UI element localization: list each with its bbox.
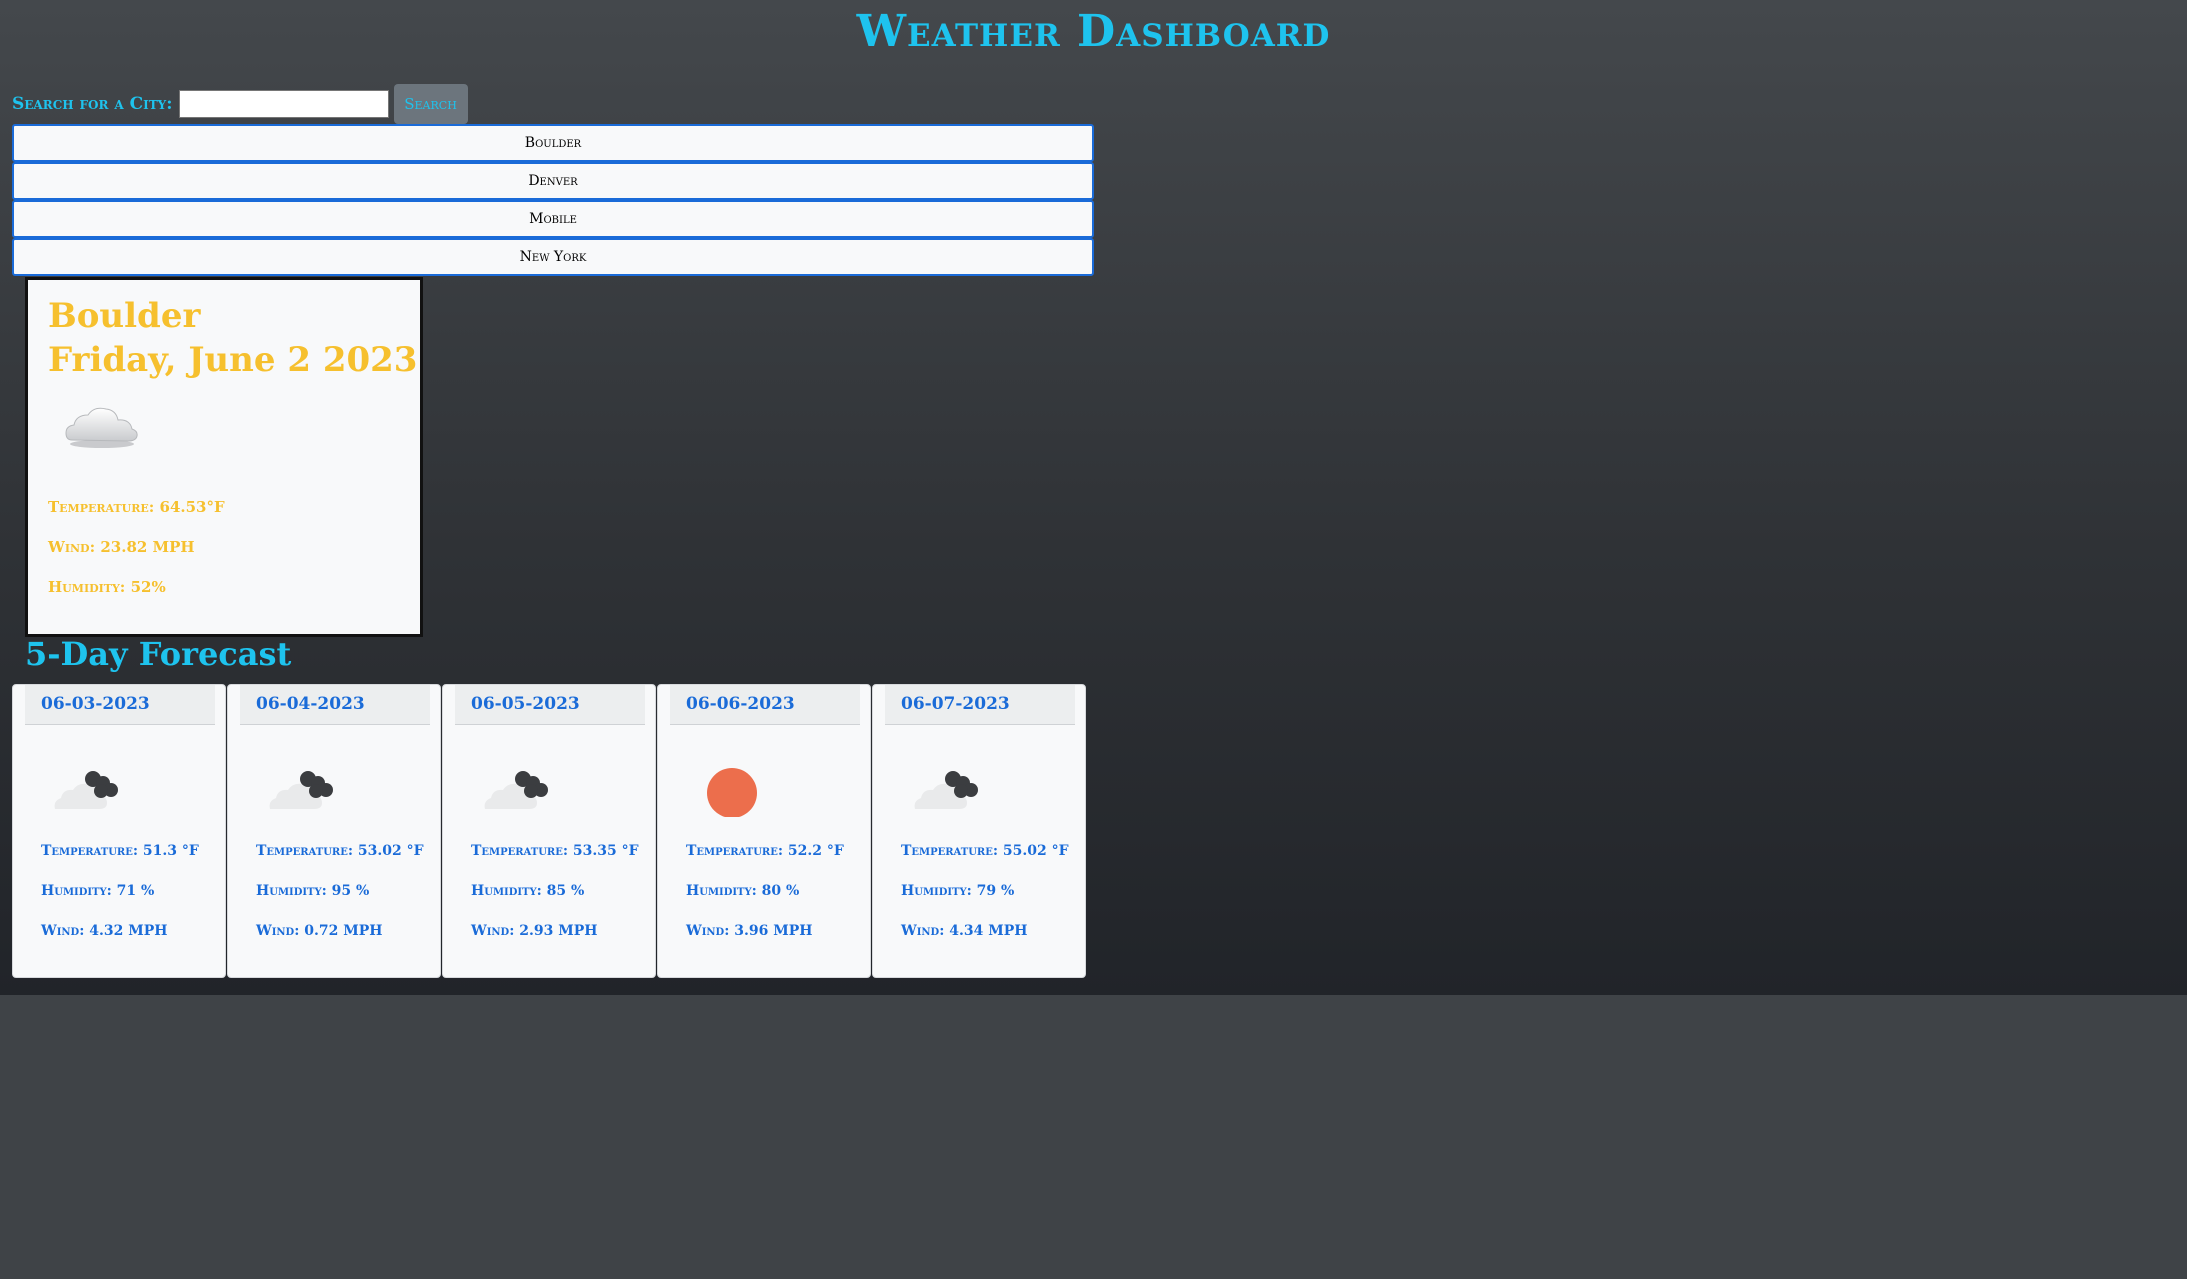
search-history: Boulder Denver Mobile New York — [12, 124, 1094, 276]
current-temperature: Temperature: 64.53°F — [48, 498, 225, 516]
forecast-humidity: Humidity: 79 % — [901, 883, 1015, 899]
forecast-date: 06-07-2023 — [901, 694, 1010, 714]
search-input[interactable] — [178, 90, 389, 118]
forecast-humidity: Humidity: 85 % — [471, 883, 585, 899]
forecast-card: 06-03-2023 Temperature: 51.3 °F Humidity… — [12, 684, 226, 978]
forecast-card-header: 06-05-2023 — [455, 685, 645, 725]
forecast-card: 06-05-2023 Temperature: 53.35 °F Humidit… — [442, 684, 656, 978]
forecast-temperature: Temperature: 52.2 °F — [686, 843, 844, 859]
forecast-humidity: Humidity: 95 % — [256, 883, 370, 899]
forecast-wind: Wind: 4.32 MPH — [41, 923, 168, 939]
forecast-wind: Wind: 3.96 MPH — [686, 923, 813, 939]
cloudy-night-icon — [54, 771, 118, 809]
current-wind: Wind: 23.82 MPH — [48, 538, 195, 556]
forecast-card-header: 06-07-2023 — [885, 685, 1075, 725]
history-button-denver[interactable]: Denver — [12, 162, 1094, 200]
current-weather-card: Boulder Friday, June 2 2023 Temperature:… — [25, 277, 423, 637]
forecast-card-header: 06-03-2023 — [25, 685, 215, 725]
current-date: Friday, June 2 2023 — [48, 340, 418, 380]
forecast-temperature: Temperature: 55.02 °F — [901, 843, 1069, 859]
forecast-humidity: Humidity: 71 % — [41, 883, 155, 899]
search-label: Search for a City: — [12, 94, 173, 114]
forecast-card: 06-04-2023 Temperature: 53.02 °F Humidit… — [227, 684, 441, 978]
history-button-new-york[interactable]: New York — [12, 238, 1094, 276]
forecast-card: 06-06-2023 Temperature: 52.2 °F Humidity… — [657, 684, 871, 978]
forecast-wind: Wind: 2.93 MPH — [471, 923, 598, 939]
forecast-temperature: Temperature: 53.35 °F — [471, 843, 639, 859]
current-city: Boulder — [48, 296, 201, 336]
forecast-temperature: Temperature: 53.02 °F — [256, 843, 424, 859]
history-button-mobile[interactable]: Mobile — [12, 200, 1094, 238]
forecast-card-header: 06-04-2023 — [240, 685, 430, 725]
forecast-date: 06-03-2023 — [41, 694, 150, 714]
search-bar: Search for a City: Search — [12, 84, 468, 124]
forecast-list: 06-03-2023 Temperature: 51.3 °F Humidity… — [12, 684, 1087, 978]
cloudy-night-icon — [484, 771, 548, 809]
current-humidity: Humidity: 52% — [48, 578, 166, 596]
forecast-card: 06-07-2023 Temperature: 55.02 °F Humidit… — [872, 684, 1086, 978]
history-button-boulder[interactable]: Boulder — [12, 124, 1094, 162]
forecast-date: 06-05-2023 — [471, 694, 580, 714]
forecast-card-header: 06-06-2023 — [670, 685, 860, 725]
forecast-temperature: Temperature: 51.3 °F — [41, 843, 199, 859]
search-button[interactable]: Search — [393, 84, 468, 124]
cloud-icon — [65, 407, 138, 448]
forecast-date: 06-04-2023 — [256, 694, 365, 714]
page-title: Weather Dashboard — [856, 6, 1331, 57]
forecast-wind: Wind: 4.34 MPH — [901, 923, 1028, 939]
sun-icon — [707, 768, 757, 817]
page: Weather Dashboard Search for a City: Sea… — [0, 0, 2187, 995]
forecast-date: 06-06-2023 — [686, 694, 795, 714]
forecast-wind: Wind: 0.72 MPH — [256, 923, 383, 939]
cloudy-night-icon — [914, 771, 978, 809]
forecast-heading: 5-Day Forecast — [25, 635, 292, 673]
cloudy-night-icon — [269, 771, 333, 809]
forecast-humidity: Humidity: 80 % — [686, 883, 800, 899]
